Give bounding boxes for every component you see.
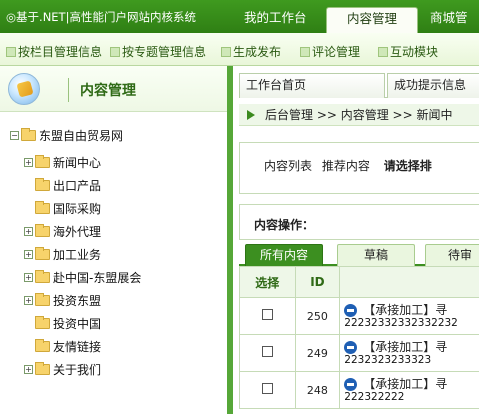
tree-node-invest-asean[interactable]: + 投资东盟 [10, 289, 141, 312]
sort-prompt: 请选择排 [383, 159, 432, 173]
table-row: 248 【承接加工】寻 222322222 [239, 371, 479, 409]
expand-icon[interactable]: + [24, 365, 33, 374]
tree-node-expo[interactable]: + 赴中国-东盟展会 [10, 266, 141, 289]
tree-node-overseas-agent[interactable]: + 海外代理 [10, 220, 141, 243]
tab-success-message[interactable]: 成功提示信息 [387, 73, 479, 98]
toolbar-item-interactive[interactable]: 互动模块 [378, 43, 438, 60]
expand-icon[interactable]: + [24, 273, 33, 282]
page-tabs: 工作台首页 成功提示信息 [239, 66, 479, 98]
tree-node-invest-china[interactable]: 投资中国 [10, 312, 141, 335]
page-icon [6, 46, 16, 57]
page-icon [110, 46, 120, 57]
tab-pending[interactable]: 待审 [425, 244, 479, 266]
sidebar-title: 内容管理 [80, 83, 136, 99]
system-title: ◎基于.NET|高性能门户网站内核系统 [6, 10, 196, 24]
tree-root[interactable]: − 东盟自由贸易网 [10, 124, 141, 147]
expand-icon[interactable]: + [24, 158, 33, 167]
sidebar-header: 内容管理 [0, 66, 227, 112]
list-options: 内容列表 推荐内容 请选择排 [239, 142, 479, 194]
content-filter-tabs: 所有内容 草稿 待审 [239, 242, 479, 266]
folder-icon [35, 224, 50, 237]
table-row: 250 【承接加工】寻 22232332332332232 [239, 297, 479, 335]
link-recommended[interactable]: 推荐内容 [322, 159, 370, 173]
table-row: 249 【承接加工】寻 2232323233323 [239, 334, 479, 372]
folder-icon [35, 155, 50, 168]
row-title-link[interactable]: 【承接加工】寻 [344, 303, 479, 317]
row-checkbox[interactable] [261, 383, 273, 394]
row-checkbox[interactable] [261, 309, 273, 320]
tree-node-about[interactable]: + 关于我们 [10, 358, 141, 381]
folder-icon [35, 201, 50, 214]
folder-open-icon [21, 128, 36, 141]
ops-label: 内容操作： [254, 218, 315, 232]
header-id: ID [294, 266, 341, 298]
category-tree: − 东盟自由贸易网 + 新闻中心 出口产品 国际采购 + 海外代理 + 加工业务 + 赴… [10, 124, 141, 381]
tab-content-management[interactable]: 内容管理 [326, 7, 418, 33]
folder-icon [35, 247, 50, 260]
expand-icon[interactable]: + [24, 227, 33, 236]
row-title-link[interactable]: 【承接加工】寻 [344, 340, 479, 354]
row-id: 249 [294, 334, 341, 372]
folder-icon [35, 316, 50, 329]
tab-drafts[interactable]: 草稿 [337, 244, 415, 266]
row-subtitle: 222322222 [344, 391, 405, 403]
row-id: 248 [294, 371, 341, 409]
row-title-link[interactable]: 【承接加工】寻 [344, 377, 479, 391]
top-bar: ◎基于.NET|高性能门户网站内核系统 我的工作台 内容管理 商城管 [0, 0, 479, 33]
article-icon [344, 340, 358, 354]
tab-my-workbench[interactable]: 我的工作台 [244, 7, 307, 33]
folder-icon [35, 362, 50, 375]
tree-node-export[interactable]: 出口产品 [10, 174, 141, 197]
row-subtitle: 22232332332332232 [344, 317, 458, 329]
main-content: 工作台首页 成功提示信息 后台管理 >> 内容管理 >> 新闻中 内容列表 推荐… [239, 66, 479, 414]
page-icon [300, 46, 310, 57]
tab-workbench-home[interactable]: 工作台首页 [239, 73, 385, 98]
collapse-icon[interactable]: − [10, 131, 19, 140]
folder-icon [35, 293, 50, 306]
breadcrumb: 后台管理 >> 内容管理 >> 新闻中 [239, 104, 479, 126]
row-id: 250 [294, 297, 341, 335]
folder-icon [35, 339, 50, 352]
toolbar-item-comments[interactable]: 评论管理 [300, 43, 360, 60]
article-icon [344, 377, 358, 391]
link-content-list[interactable]: 内容列表 [264, 159, 312, 173]
toolbar-item-by-column[interactable]: 按栏目管理信息 [6, 43, 102, 60]
header-title [339, 266, 479, 298]
article-icon [344, 303, 358, 317]
row-checkbox[interactable] [261, 346, 273, 357]
tab-mall-management[interactable]: 商城管 [430, 7, 468, 33]
content-operations: 内容操作： [239, 204, 479, 240]
tree-node-processing[interactable]: + 加工业务 [10, 243, 141, 266]
module-toolbar: 按栏目管理信息 按专题管理信息 生成发布 评论管理 互动模块 [0, 33, 479, 66]
expand-icon[interactable]: + [24, 250, 33, 259]
tree-node-procurement[interactable]: 国际采购 [10, 197, 141, 220]
content-management-icon [8, 73, 40, 105]
left-sidebar: 内容管理 − 东盟自由贸易网 + 新闻中心 出口产品 国际采购 + 海外代理 + 加工… [0, 66, 233, 414]
row-subtitle: 2232323233323 [344, 354, 432, 366]
content-table: 选择 ID 250 【承接加工】寻 22232332332332232 249 … [239, 266, 479, 409]
page-icon [221, 46, 231, 57]
play-icon [247, 110, 255, 120]
tree-node-news[interactable]: + 新闻中心 [10, 151, 141, 174]
toolbar-item-by-topic[interactable]: 按专题管理信息 [110, 43, 206, 60]
divider [68, 78, 69, 102]
toolbar-item-publish[interactable]: 生成发布 [221, 43, 281, 60]
expand-icon[interactable]: + [24, 296, 33, 305]
tree-node-links[interactable]: 友情链接 [10, 335, 141, 358]
header-select: 选择 [239, 266, 296, 298]
folder-icon [35, 178, 50, 191]
folder-icon [35, 270, 50, 283]
page-icon [378, 46, 388, 57]
tab-all-content[interactable]: 所有内容 [245, 244, 323, 266]
